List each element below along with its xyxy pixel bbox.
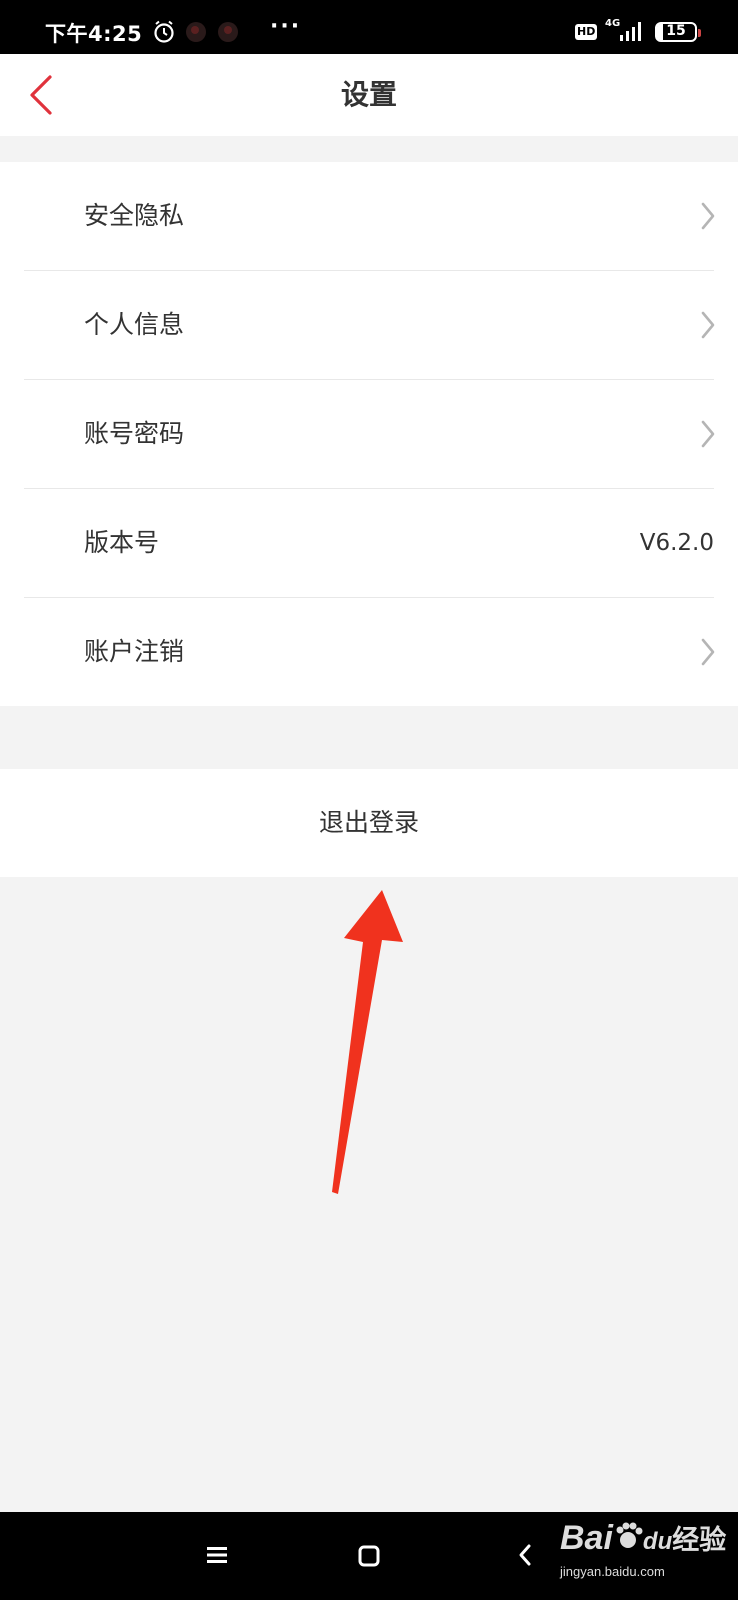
settings-item-version: 版本号 V6.2.0 — [0, 489, 738, 597]
notification-avatar-icon — [184, 20, 208, 44]
chevron-right-icon — [701, 202, 715, 230]
page-title: 设置 — [340, 78, 397, 111]
paw-icon — [616, 1522, 643, 1548]
battery-tip — [698, 29, 701, 37]
more-notifications-icon: ··· — [270, 14, 302, 39]
back-icon[interactable] — [517, 1543, 533, 1571]
settings-item-personal-info[interactable]: 个人信息 — [0, 271, 738, 379]
chevron-right-icon — [701, 311, 715, 339]
settings-item-label: 版本号 — [84, 528, 160, 557]
logout-button[interactable]: 退出登录 — [0, 769, 738, 877]
watermark-brand: Bai — [560, 1519, 613, 1557]
home-icon[interactable] — [358, 1545, 380, 1571]
chevron-right-icon — [701, 420, 715, 448]
settings-item-label: 账号密码 — [84, 419, 185, 448]
watermark-brand-suffix: du — [642, 1528, 673, 1555]
settings-list: 安全隐私 个人信息 账号密码 版本号 V6.2.0 账户注销 — [0, 162, 738, 706]
hd-badge: HD — [575, 24, 598, 40]
version-value: V6.2.0 — [639, 530, 714, 556]
settings-item-label: 账户注销 — [84, 637, 185, 666]
header: 设置 — [0, 54, 738, 136]
notification-avatar-icon — [216, 20, 240, 44]
watermark-url: jingyan.baidu.com — [560, 1564, 665, 1579]
status-time: 下午4:25 — [45, 22, 143, 46]
settings-item-label: 个人信息 — [84, 310, 185, 339]
settings-item-security-privacy[interactable]: 安全隐私 — [0, 162, 738, 270]
settings-item-account-deletion[interactable]: 账户注销 — [0, 598, 738, 706]
status-bar: 下午4:25 ··· HD 4G 15 — [0, 0, 738, 54]
settings-item-label: 安全隐私 — [84, 201, 185, 230]
battery-text: 15 — [666, 23, 686, 39]
alarm-icon — [153, 20, 175, 48]
battery-icon: 15 — [655, 22, 701, 42]
watermark-label: 经验 — [672, 1525, 727, 1555]
settings-item-account-password[interactable]: 账号密码 — [0, 380, 738, 488]
baidu-watermark: Bai du经验 jingyan.baidu.com — [560, 1518, 727, 1579]
arrow-annotation — [332, 890, 403, 1194]
chevron-right-icon — [701, 638, 715, 666]
signal-icon — [618, 20, 646, 46]
menu-icon[interactable] — [206, 1545, 228, 1569]
